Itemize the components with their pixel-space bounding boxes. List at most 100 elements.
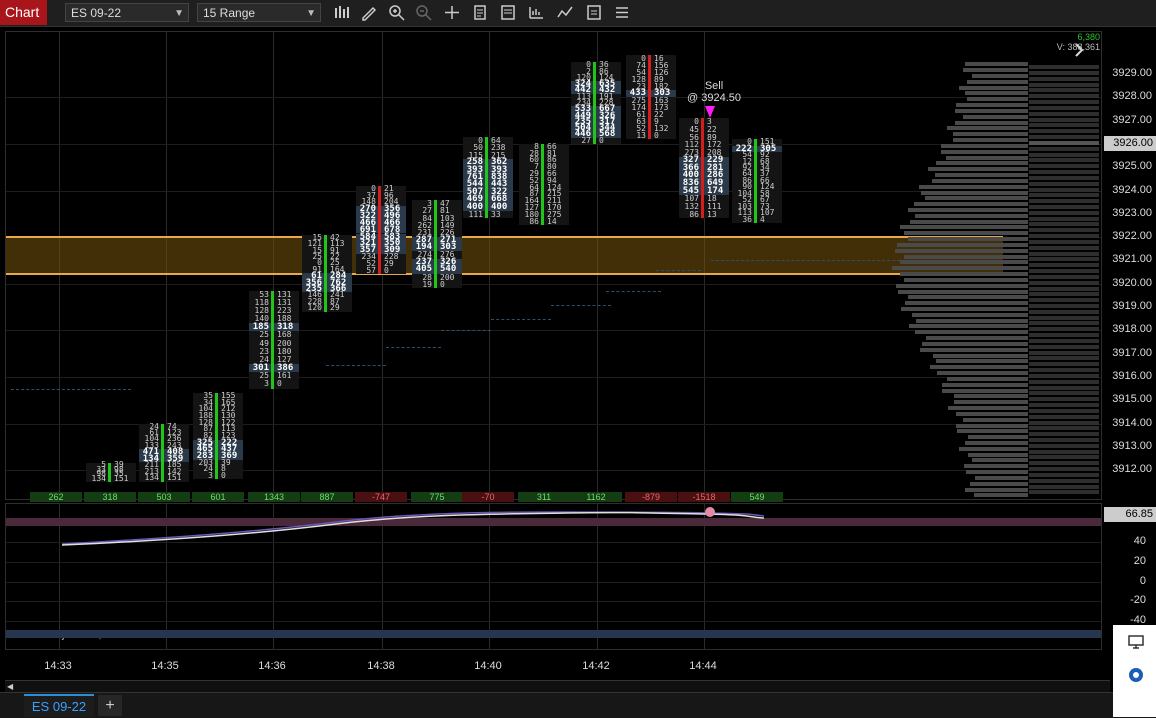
price-axis[interactable]: 6,380 V: 388,361 3929.00 3928.00 3927.00 39…	[1057, 31, 1156, 500]
footprint-bar[interactable]: 53 131 118 131 128 223 140 188 185 318 25 168 49 200 2…	[249, 290, 299, 389]
delta-cell: 311	[518, 492, 570, 502]
footprint-bar[interactable]: 0 16 74 156 54 126 128 89 23 182 433 303 275 163 174 17…	[626, 55, 676, 141]
indicators-icon[interactable]	[555, 3, 575, 22]
volume-profile-value	[1029, 408, 1099, 413]
footprint-cell: 60 86	[519, 156, 569, 164]
candle-body	[485, 136, 488, 219]
footprint-cell: 174 173	[626, 104, 676, 112]
volume-profile-bar	[970, 481, 1028, 486]
oscillator-line	[61, 511, 765, 546]
indicator-axis-label: 20	[1133, 555, 1146, 568]
volume-profile-bar	[904, 254, 1028, 259]
volume-profile-value	[1029, 152, 1099, 157]
delta-cell: -747	[355, 492, 407, 502]
ask-volume: 0	[599, 135, 604, 145]
footprint-bar[interactable]: 5 39 33 98 98 35 134 151	[86, 461, 136, 482]
candle-body	[324, 234, 327, 312]
tab-es-09-22[interactable]: ES 09-22	[24, 694, 94, 717]
bars-type-icon[interactable]	[332, 3, 352, 22]
strategies-icon[interactable]	[526, 3, 546, 22]
volume-profile-value	[1029, 251, 1099, 256]
footprint-bar[interactable]: 0 21 37 96 148 204 270 356 322 496 466 466 691 678 584…	[356, 184, 406, 275]
time-label: 14:40	[474, 660, 502, 672]
price-label: 3922.00	[1112, 230, 1152, 243]
footprint-bar[interactable]: 3 47 27 81 84 103 262 149 231 226 287 271 194 303 274 2…	[412, 199, 462, 289]
footprint-cell: 64 124	[519, 183, 569, 192]
volume-profile-bar	[965, 62, 1028, 67]
volume-profile-bar	[959, 446, 1028, 451]
footprint-bar[interactable]: 0 36 2 86 120 124 324 635 442 432 113 191 234 228 533 6…	[571, 61, 621, 145]
bar-type-selector[interactable]: 15 Range ▼	[197, 3, 321, 22]
volume-profile-bar	[922, 341, 1028, 346]
delta-cell: 262	[30, 492, 82, 502]
footprint-cell: 234 228	[356, 253, 406, 261]
footprint-cell: 203 39	[193, 458, 243, 467]
scroll-left-icon[interactable]: ◀	[7, 682, 13, 691]
footprint-cell: 28 200	[412, 273, 462, 281]
bid-volume: 111	[468, 210, 483, 220]
volume-profile-value	[1029, 65, 1099, 70]
volume-profile-bar	[900, 225, 1028, 230]
delta-cell: 887	[301, 492, 353, 502]
volume-profile-value	[1029, 397, 1099, 402]
footprint-cell: 86 13	[679, 209, 729, 219]
ask-volume: 0	[654, 131, 659, 141]
footprint-cell: 87 113	[193, 425, 243, 433]
draw-pencil-icon[interactable]	[359, 3, 379, 22]
footprint-cell: 52 132	[626, 125, 676, 133]
volume-profile-value	[1029, 269, 1099, 274]
candle-body	[754, 139, 757, 224]
footprint-cell: 27 81	[412, 206, 462, 214]
properties-icon[interactable]	[470, 3, 490, 22]
price-label: 3929.00	[1112, 67, 1152, 79]
zoom-out-icon[interactable]	[414, 3, 434, 22]
price-label: 3920.00	[1112, 276, 1152, 289]
price-label: 3924.00	[1112, 183, 1152, 196]
zoom-in-icon[interactable]	[387, 3, 407, 22]
templates-icon[interactable]	[584, 3, 604, 22]
grid-line	[6, 97, 1101, 99]
volume-profile-value	[1029, 239, 1099, 244]
bid-volume: 13	[636, 131, 646, 141]
monitor-icon[interactable]	[1128, 635, 1144, 654]
attach-icon[interactable]	[612, 3, 632, 22]
chevron-down-icon: ▼	[174, 8, 184, 19]
footprint-bar[interactable]: 15 42 121 113 15 91 25 22 0 25 91 164 61 284 356 762 235…	[302, 233, 352, 313]
candle-body	[593, 62, 596, 144]
volume-profile-bar	[963, 417, 1028, 422]
volume-profile-value	[1029, 274, 1099, 279]
data-box-icon[interactable]	[498, 3, 518, 22]
volume-profile-bar	[967, 79, 1028, 84]
indicator-panel[interactable]: © 2022 NinjaTrader, LLC	[5, 503, 1102, 650]
bid-volume: 120	[307, 303, 322, 313]
add-tab-button[interactable]: +	[98, 695, 122, 716]
volume-profile-bar	[904, 277, 1028, 282]
volume-profile-value	[1029, 368, 1099, 373]
volume-profile-value	[1029, 338, 1099, 343]
ask-volume: 13	[707, 209, 717, 219]
delta-cell: 318	[84, 492, 136, 502]
volume-profile-bar	[964, 464, 1028, 469]
footprint-bar[interactable]: 0 3 45 22 56 89 112 172 273 208 327 229 366 281 400 286…	[679, 118, 729, 219]
indicator-value-tag: 66.85	[1104, 507, 1156, 522]
footprint-cell: 29 66	[519, 170, 569, 178]
volume-profile-bar	[954, 400, 1028, 405]
volume-profile-bar	[901, 307, 1028, 311]
volume-profile-value	[1029, 315, 1099, 320]
footprint-bar[interactable]: 0 64 50 238 115 215 258 362 393 393 761 838 544 443 50…	[463, 136, 513, 220]
volume-total: 6,380	[1077, 32, 1100, 42]
footprint-bar[interactable]: 24 74 61 123 104 236 133 243 471 408 134 359 211 185 2…	[139, 422, 189, 482]
time-axis[interactable]: 14:33 14:35 14:36 14:38 14:40 14:42 14:44	[5, 650, 1102, 678]
horizontal-scrollbar[interactable]: ◀	[5, 680, 1110, 692]
instrument-selector[interactable]: ES 09-22 ▼	[65, 3, 189, 22]
volume-profile-bar	[959, 85, 1028, 90]
footprint-bar[interactable]: 35 155 34 165 104 212 188 130 128 122 87 113 82 123 32…	[193, 392, 243, 480]
time-label: 14:42	[582, 660, 610, 672]
volume-profile-value	[1029, 385, 1099, 390]
footprint-bar[interactable]: 8 66 28 81 60 86 7 80 29 66 52 94 64 124 87 215 164 211 12…	[519, 143, 569, 226]
price-label: 3913.00	[1112, 439, 1152, 452]
price-panel[interactable]: 5 39 33 98 98 35 134 151 24 74 61 123 104 236 133 243 47…	[5, 31, 1102, 500]
crosshair-icon[interactable]	[442, 3, 462, 22]
app-logo-icon[interactable]	[1128, 667, 1144, 688]
footprint-bar[interactable]: 0 151 222 305 54 92 12 68 92 34 64 37 86 66 90 124 104 58…	[732, 137, 782, 224]
